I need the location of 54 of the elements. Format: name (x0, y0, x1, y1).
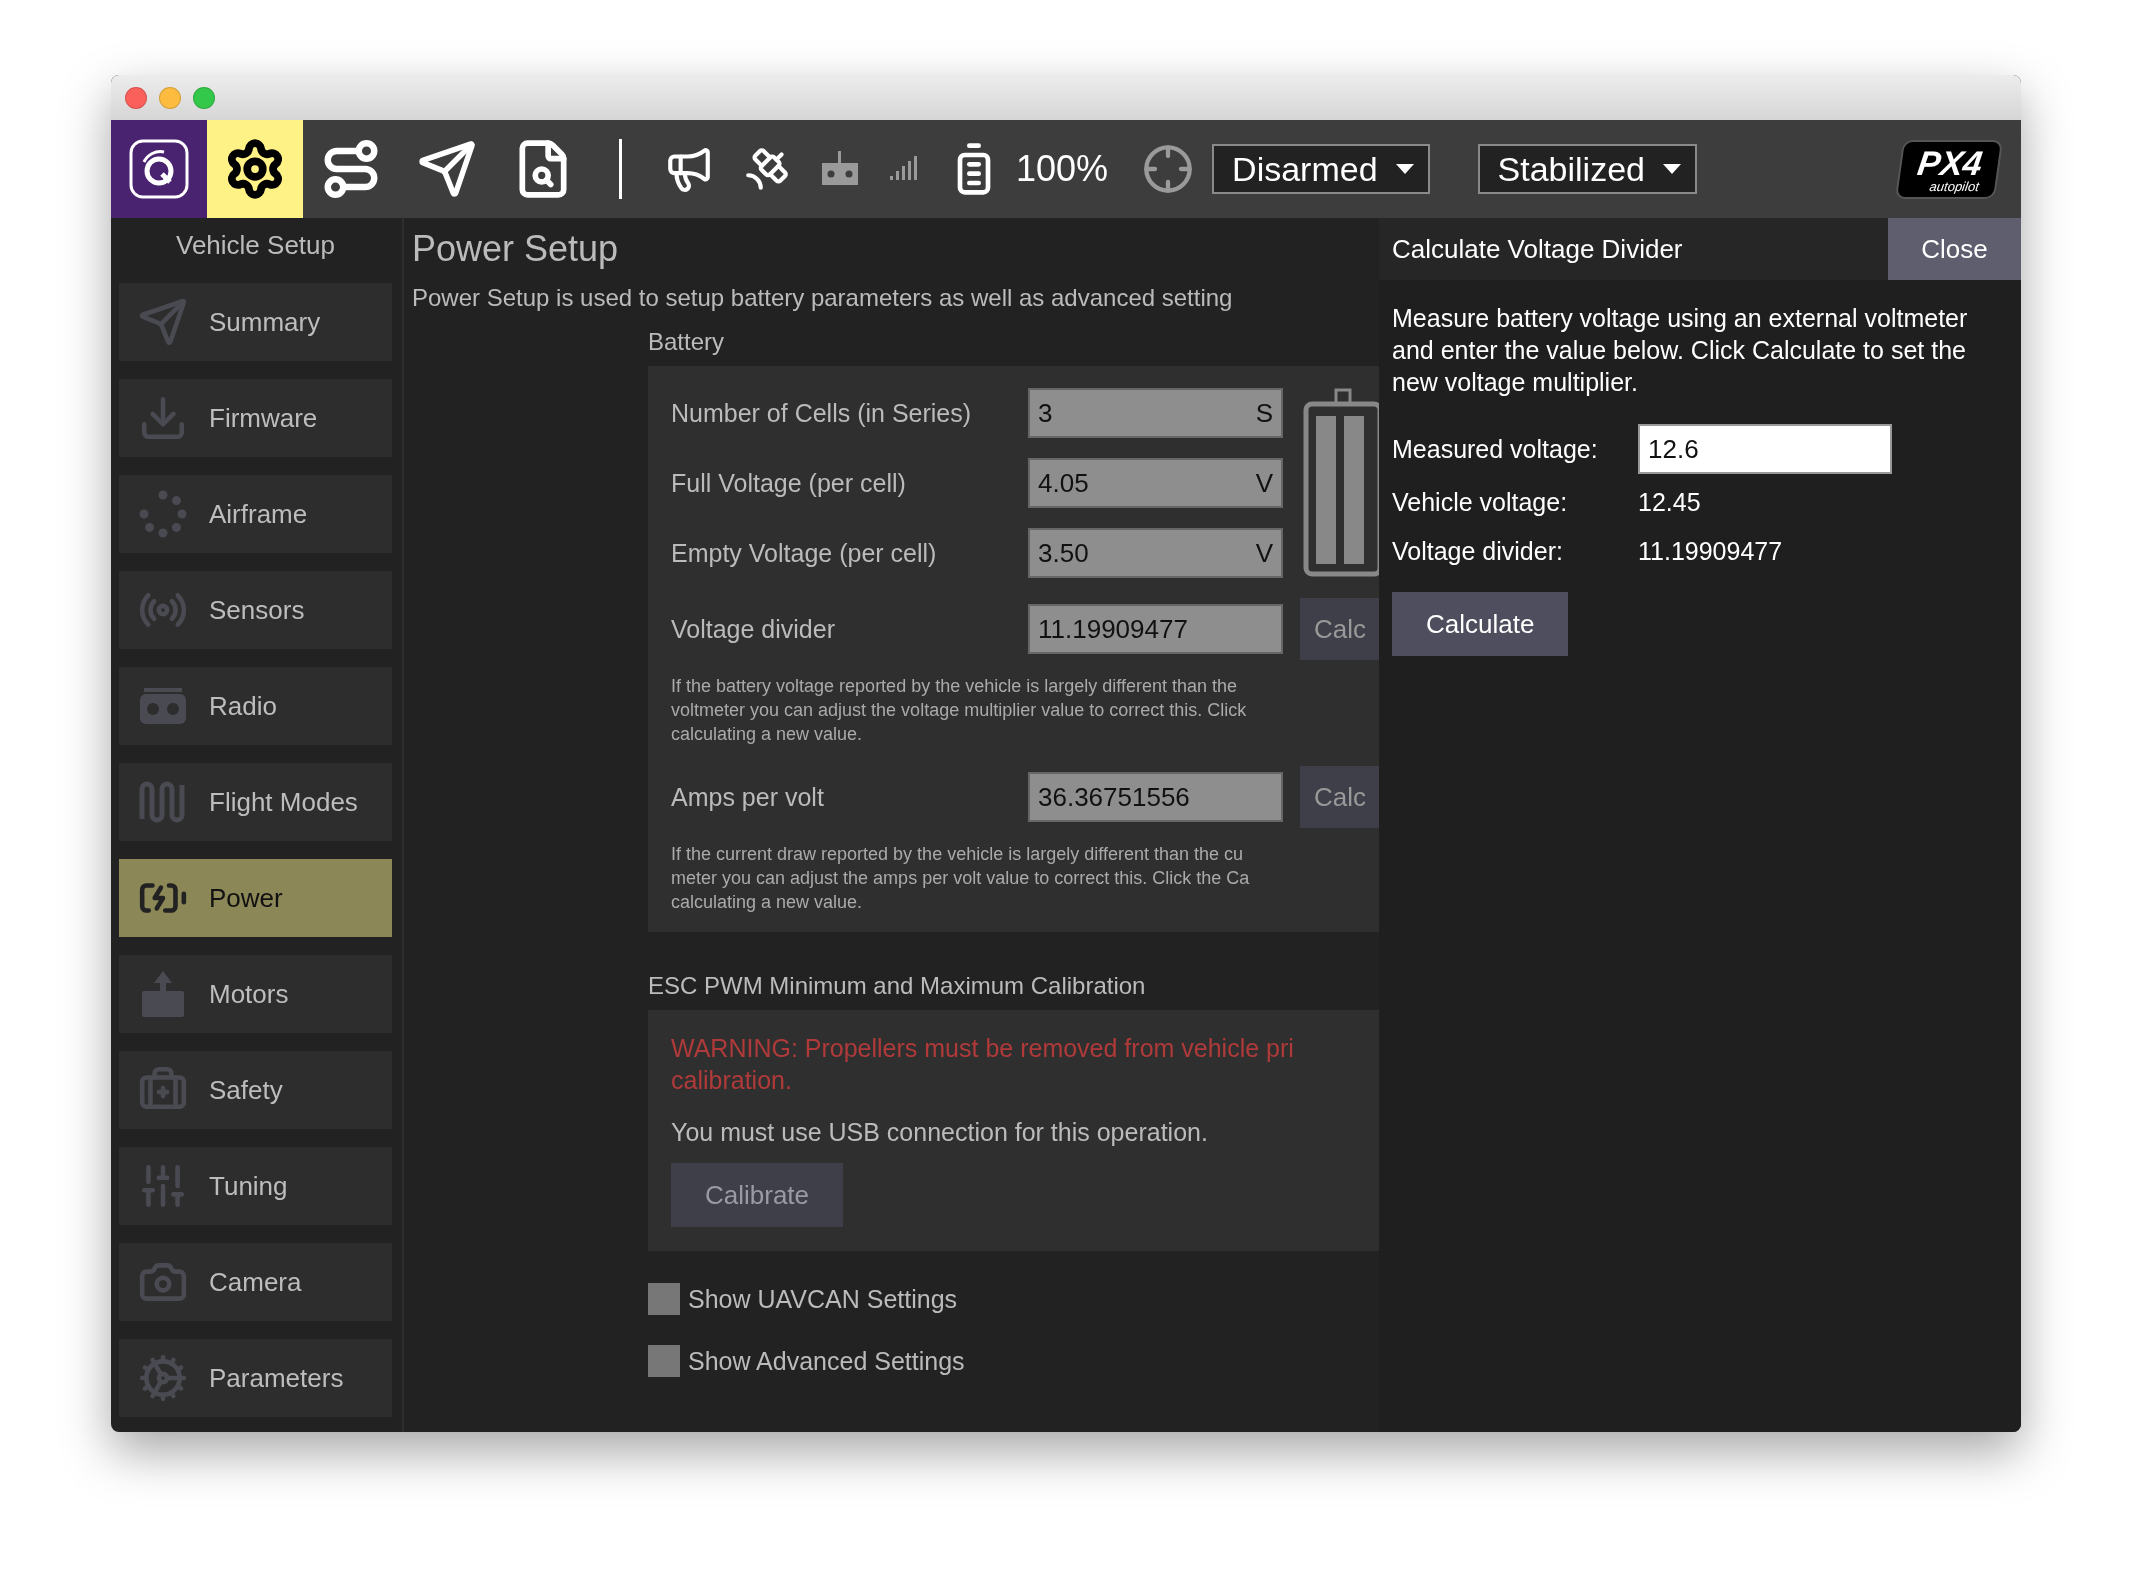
warning-text: WARNING: Propellers must be removed from vehicle pri calibration. (671, 1033, 1295, 1096)
field-label: Amps per volt (671, 782, 825, 812)
sidebar-item[interactable]: Camera (119, 1243, 392, 1321)
input-field[interactable]: 3.50 V (1028, 528, 1283, 578)
input-field[interactable]: 12.6 (1638, 424, 1892, 474)
input-field[interactable]: 36.36751556 (1028, 772, 1283, 822)
calculate-button[interactable]: Calc (1300, 598, 1379, 660)
section-title: Battery (648, 328, 726, 356)
sidebar-item[interactable]: Flight Modes (119, 763, 392, 841)
section-title: ESC PWM Minimum and Maximum Calibration (648, 972, 1147, 1000)
help-text: If the battery voltage reported by the vehicle is largely different than the voltmeter you can adjust the voltage multiplier value to correct this. Click calculating a new value. (671, 675, 1248, 746)
help-text: If the current draw reported by the vehicle is largely different than the cu meter you can adjust the amps per volt value to correct this. Click the Ca calculating a new value. (671, 843, 1251, 914)
unit-label: S (1255, 397, 1273, 429)
arm-state-dropdown[interactable]: Disarmed (1212, 144, 1430, 194)
dialog-description: Measure battery voltage using an external voltmeter and enter the value below. Click Calculate to set the new voltage multiplier. (1392, 303, 1969, 398)
page-description: Power Setup is used to setup battery parameters as well as advanced setting (412, 284, 1234, 312)
reading-label: Vehicle voltage: (1392, 488, 1569, 517)
calculate-button[interactable]: Calculate (1392, 592, 1569, 656)
input-field[interactable]: 4.05 V (1028, 458, 1283, 508)
unit-label: V (1255, 537, 1273, 569)
usb-note: You must use USB connection for this operation. (671, 1118, 1209, 1147)
input-field[interactable]: 3 S (1028, 388, 1283, 438)
sidebar-item[interactable]: Tuning (119, 1147, 392, 1225)
sidebar-item[interactable]: Summary (119, 283, 392, 361)
field-label: Measured voltage: (1392, 434, 1599, 464)
sidebar-item[interactable]: Parameters (119, 1339, 392, 1417)
sidebar-item[interactable]: Radio (119, 667, 392, 745)
reading-label: Voltage divider: (1392, 537, 1564, 566)
sidebar-item[interactable]: Safety (119, 1051, 392, 1129)
battery-reading: 100% (1016, 148, 1109, 190)
reading-value: 11.19909477 (1638, 537, 1784, 566)
field-label: Empty Voltage (per cell) (671, 538, 938, 568)
unit-label: V (1255, 467, 1273, 499)
sidebar-title: Vehicle Setup (175, 229, 336, 262)
dialog-title: Calculate Voltage Divider (1391, 233, 1684, 265)
flight-mode-dropdown[interactable]: Stabilized (1477, 144, 1697, 194)
sidebar-item[interactable]: Sensors (119, 571, 392, 649)
page-title: Power Setup (412, 228, 620, 270)
logo-subtext: autopilot (1928, 179, 1980, 193)
close-button[interactable]: Close (1888, 218, 2021, 280)
sidebar-item[interactable]: Motors (119, 955, 392, 1033)
logo-text: PX4 (1915, 145, 1985, 180)
checkbox-label: Show UAVCAN Settings (688, 1284, 958, 1314)
field-label: Full Voltage (per cell) (671, 468, 907, 498)
calculate-button[interactable]: Calc (1300, 766, 1379, 828)
sidebar-item[interactable]: Airframe (119, 475, 392, 553)
field-label: Voltage divider (671, 614, 836, 644)
calibrate-button[interactable]: Calibrate (671, 1163, 844, 1227)
input-field[interactable]: 11.19909477 (1028, 604, 1283, 654)
field-label: Number of Cells (in Series) (671, 398, 973, 428)
sidebar-item[interactable]: Power (119, 859, 392, 937)
sidebar-item[interactable]: Firmware (119, 379, 392, 457)
checkbox-label: Show Advanced Settings (688, 1346, 965, 1376)
reading-value: 12.45 (1638, 488, 1702, 517)
